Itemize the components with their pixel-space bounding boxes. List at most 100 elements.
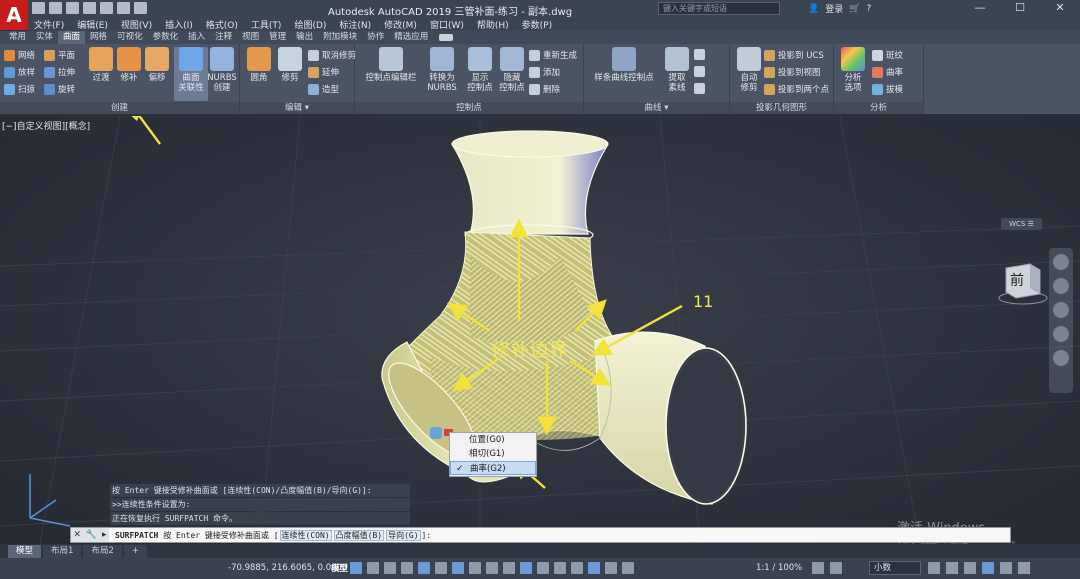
- menu-file[interactable]: 文件(F): [34, 18, 64, 31]
- analysis-options-button[interactable]: 分析 选项: [836, 47, 870, 101]
- loft-button[interactable]: 放样: [4, 66, 35, 78]
- option-bulge-magnitude[interactable]: 凸度幅值(B): [333, 529, 385, 541]
- isolate-objects-icon[interactable]: [964, 562, 976, 574]
- object-snap-icon[interactable]: [452, 562, 464, 574]
- revolve-button[interactable]: 旋转: [44, 83, 75, 95]
- project-to-2points-button[interactable]: 投影到两个点: [764, 83, 829, 95]
- polyline-tool[interactable]: [694, 66, 705, 77]
- menu-edit[interactable]: 编辑(E): [77, 18, 108, 31]
- draft-button[interactable]: 拔模: [872, 83, 903, 95]
- open-file-icon[interactable]: [49, 2, 62, 14]
- spline-cv-button[interactable]: 样条曲线控制点: [588, 47, 660, 101]
- close-icon[interactable]: ✕: [73, 530, 81, 540]
- save-as-icon[interactable]: [83, 2, 96, 14]
- tab-output[interactable]: 输出: [291, 31, 318, 44]
- snap-icon[interactable]: [367, 562, 379, 574]
- auto-trim-button[interactable]: 自动 修剪: [732, 47, 766, 101]
- rebuild-button[interactable]: 重新生成: [529, 49, 577, 61]
- menu-item-tangent-g1[interactable]: 相切(G1): [450, 447, 536, 461]
- selection-cycling-icon[interactable]: [503, 562, 515, 574]
- lineweight-icon[interactable]: [469, 562, 481, 574]
- plot-icon[interactable]: [100, 2, 113, 14]
- curvature-button[interactable]: 曲率: [872, 66, 903, 78]
- units-select[interactable]: 小数: [869, 561, 921, 575]
- tab-featured-apps[interactable]: 精选应用: [389, 31, 433, 44]
- gizmo-icon[interactable]: [571, 562, 583, 574]
- panel-title-curves[interactable]: 曲线 ▾: [584, 102, 729, 114]
- tab-parametric[interactable]: 参数化: [148, 31, 184, 44]
- menu-draw[interactable]: 绘图(D): [294, 18, 326, 31]
- plus-icon[interactable]: [830, 562, 842, 574]
- tab-insert[interactable]: 插入: [183, 31, 210, 44]
- quick-properties-icon[interactable]: [928, 562, 940, 574]
- showmotion-icon[interactable]: [1053, 350, 1069, 366]
- command-line[interactable]: ✕ 🔧 ▸ SURFPATCH 按 Enter 键接受修补曲面或 [连续性(CO…: [70, 527, 1011, 543]
- ortho-icon[interactable]: [384, 562, 396, 574]
- search-input[interactable]: 键入关键字或短语: [658, 2, 780, 15]
- clean-screen-icon[interactable]: [1000, 562, 1012, 574]
- panel-title-edit[interactable]: 编辑 ▾: [240, 102, 354, 114]
- hardware-acceleration-icon[interactable]: [982, 562, 994, 574]
- line-tool[interactable]: [694, 49, 705, 60]
- zoom-icon[interactable]: [1053, 302, 1069, 318]
- tab-surface[interactable]: 曲面: [58, 31, 86, 44]
- cv-edit-bar-button[interactable]: 控制点编辑栏: [361, 47, 421, 101]
- offset-button[interactable]: 偏移: [140, 47, 174, 101]
- tab-solid[interactable]: 实体: [31, 31, 58, 44]
- grid-icon[interactable]: [350, 562, 362, 574]
- new-file-icon[interactable]: [32, 2, 45, 14]
- menu-help[interactable]: 帮助(H): [477, 18, 509, 31]
- extend-button[interactable]: 延伸: [308, 66, 339, 78]
- tab-layout1[interactable]: 布局1: [43, 545, 82, 558]
- menu-parametric[interactable]: 参数(P): [522, 18, 552, 31]
- 3d-osnap-icon[interactable]: [520, 562, 532, 574]
- tab-visualize[interactable]: 可视化: [112, 31, 148, 44]
- menu-insert[interactable]: 插入(I): [165, 18, 193, 31]
- polar-icon[interactable]: [401, 562, 413, 574]
- trim-button[interactable]: 修剪: [273, 47, 307, 101]
- project-to-ucs-button[interactable]: 投影到 UCS: [764, 49, 824, 61]
- pan-icon[interactable]: [1053, 278, 1069, 294]
- restore-button[interactable]: ☐: [1000, 0, 1040, 17]
- dynamic-ucs-icon[interactable]: [537, 562, 549, 574]
- add-layout-button[interactable]: +: [123, 545, 147, 558]
- drawing-viewport[interactable]: [−]自定义视图][概念] 修补边界 11 前 WCS ☰: [0, 116, 1080, 544]
- nurbs-creation-toggle[interactable]: NURBS 创建: [205, 47, 239, 101]
- close-button[interactable]: ✕: [1040, 0, 1080, 17]
- network-button[interactable]: 网络: [4, 49, 35, 61]
- wcs-menu[interactable]: WCS ☰: [1001, 218, 1042, 230]
- undo-icon[interactable]: [117, 2, 130, 14]
- planar-button[interactable]: 平面: [44, 49, 75, 61]
- tab-addins[interactable]: 附加模块: [318, 31, 362, 44]
- circle-tool[interactable]: [694, 83, 705, 94]
- viewport-controls-label[interactable]: [−]自定义视图][概念]: [2, 119, 90, 132]
- menu-format[interactable]: 格式(O): [206, 18, 238, 31]
- transparency-icon[interactable]: [486, 562, 498, 574]
- customization-icon[interactable]: [1018, 562, 1030, 574]
- extract-isolines-button[interactable]: 提取 素线: [660, 47, 694, 101]
- show-cv-button[interactable]: 显示 控制点: [463, 47, 497, 101]
- sweep-button[interactable]: 扫掠: [4, 83, 35, 95]
- login-button[interactable]: 登录: [825, 2, 843, 15]
- fillet-button[interactable]: 圆角: [242, 47, 276, 101]
- tab-view[interactable]: 视图: [237, 31, 264, 44]
- menu-item-position-g0[interactable]: 位置(G0): [450, 433, 536, 447]
- wrench-icon[interactable]: 🔧: [86, 530, 97, 540]
- sculpt-button[interactable]: 造型: [308, 83, 339, 95]
- option-continuity[interactable]: 连续性(CON): [279, 529, 332, 541]
- menu-tools[interactable]: 工具(T): [251, 18, 282, 31]
- save-icon[interactable]: [66, 2, 79, 14]
- ribbon-minimize-toggle[interactable]: [439, 34, 454, 41]
- add-cv-button[interactable]: 添加: [529, 66, 560, 78]
- extrude-button[interactable]: 拉伸: [44, 66, 75, 78]
- object-snap-tracking-icon[interactable]: [435, 562, 447, 574]
- annotation-scale-icon[interactable]: [622, 562, 634, 574]
- gear-icon[interactable]: [812, 562, 824, 574]
- model-space-button[interactable]: 模型: [331, 562, 348, 574]
- untrim-button[interactable]: 取消修剪: [308, 49, 356, 61]
- menu-window[interactable]: 窗口(W): [430, 18, 464, 31]
- steering-wheel-icon[interactable]: [1053, 254, 1069, 270]
- orbit-icon[interactable]: [1053, 326, 1069, 342]
- menu-modify[interactable]: 修改(M): [384, 18, 417, 31]
- viewcube[interactable]: 前: [998, 258, 1048, 308]
